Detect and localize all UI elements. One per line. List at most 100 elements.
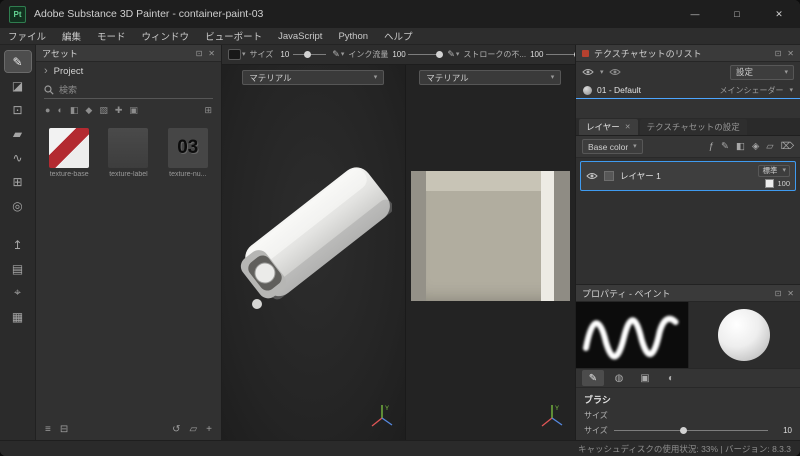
filter-brushes-icon[interactable]: ✚ — [115, 105, 123, 116]
panel-close-icon[interactable]: ✕ — [208, 49, 215, 58]
clone-tool-button[interactable]: ⊞ — [5, 171, 31, 192]
polygon-fill-tool-button[interactable]: ▰ — [5, 123, 31, 144]
menu-edit[interactable]: 編集 — [54, 29, 89, 43]
add-effect-icon[interactable]: ƒ — [709, 141, 714, 152]
stencil-tab-icon: ▣ — [640, 373, 649, 384]
detail-view-icon[interactable]: ⊟ — [60, 424, 68, 435]
projection-tool-button[interactable]: ⊡ — [5, 99, 31, 120]
chevron-down-icon: ▾ — [551, 74, 555, 81]
flow-pen-selector[interactable]: ✎▾ — [332, 49, 344, 60]
axis-gizmo-2d[interactable]: Y — [537, 402, 567, 432]
brush-toolbar: ▾ サイズ 10 ✎▾ インク流量 100 ✎▾ ストロークの不... 100 … — [222, 45, 575, 65]
eraser-tool-button[interactable]: ◪ — [5, 75, 31, 96]
filter-all-icon[interactable]: ● — [45, 105, 50, 115]
material-picker-tool-button[interactable]: ◎ — [5, 195, 31, 216]
asset-texture-number[interactable]: 03 texture-nu... — [161, 128, 215, 178]
grid-view-icon[interactable]: ⊞ — [204, 105, 212, 116]
layer-row-selected[interactable]: レイヤー 1 標準 ▾ 100 — [580, 161, 796, 191]
add-asset-button[interactable]: + — [206, 424, 212, 435]
view-mode-dropdown-2d[interactable]: マテリアル ▾ — [419, 70, 561, 85]
close-button[interactable]: ✕ — [758, 0, 800, 28]
filter-materials-icon[interactable]: ◐ — [57, 105, 62, 115]
size-slider[interactable] — [293, 50, 326, 59]
panel-float-icon[interactable]: ⊡ — [196, 49, 203, 58]
display-settings-button[interactable]: ▤ — [5, 258, 31, 279]
layer-visibility-eye-icon[interactable] — [586, 172, 598, 180]
asset-label: texture-base — [50, 171, 89, 178]
asset-filter-row: ● ◐ ◧ ◆ ▧ ✚ ▣ ⊞ — [36, 99, 221, 121]
alpha-tab-icon: ◍ — [615, 373, 624, 384]
tab-layers[interactable]: レイヤー ✕ — [579, 119, 638, 135]
layer-opacity-value[interactable]: 100 — [777, 179, 790, 188]
chevron-down-icon: ▾ — [633, 143, 637, 150]
tab-close-icon[interactable]: ✕ — [625, 123, 631, 131]
maximize-button[interactable]: □ — [716, 0, 758, 28]
tab-material[interactable]: ◐ — [660, 370, 682, 386]
eye-icon[interactable] — [582, 68, 594, 76]
project-group-row[interactable]: › Project — [36, 62, 221, 81]
folder-icon[interactable]: ▱ — [189, 424, 197, 435]
brush-previews — [576, 302, 800, 368]
texture-number-thumbnail: 03 — [168, 128, 208, 168]
texture-set-settings-dropdown[interactable]: 設定 ▾ — [730, 65, 794, 80]
list-view-icon[interactable]: ≡ — [45, 424, 51, 435]
add-fill-layer-icon[interactable]: ◧ — [736, 141, 745, 152]
add-paint-layer-icon[interactable]: ✎ — [721, 141, 729, 152]
menu-python[interactable]: Python — [330, 31, 376, 42]
assets-panel-title: アセット — [42, 47, 196, 60]
filter-smart-materials-icon[interactable]: ◧ — [70, 105, 79, 116]
assets-bottom-bar: ≡ ⊟ ↺ ▱ + — [36, 418, 221, 440]
smudge-tool-button[interactable]: ∿ — [5, 147, 31, 168]
asset-texture-base[interactable]: texture-base — [42, 128, 96, 178]
panel-close-icon[interactable]: ✕ — [787, 49, 794, 58]
menu-file[interactable]: ファイル — [0, 29, 54, 43]
tab-stencil[interactable]: ▣ — [634, 370, 656, 386]
viewport-area: ▾ サイズ 10 ✎▾ インク流量 100 ✎▾ ストロークの不... 100 … — [222, 45, 575, 440]
refresh-icon[interactable]: ↺ — [172, 424, 180, 435]
texture-set-row[interactable]: 01 - Default メインシェーダー ▾ — [576, 82, 800, 99]
window-title: Adobe Substance 3D Painter - container-p… — [34, 8, 674, 20]
panel-float-icon[interactable]: ⊡ — [775, 49, 782, 58]
eye-secondary-icon[interactable] — [609, 68, 621, 76]
search-input[interactable] — [59, 85, 213, 95]
filter-smart-masks-icon[interactable]: ◆ — [85, 105, 92, 116]
panel-close-icon[interactable]: ✕ — [787, 289, 794, 298]
asset-label: texture-label — [109, 171, 148, 178]
viewport-2d[interactable]: マテリアル ▾ Y — [406, 65, 575, 440]
minimize-button[interactable]: — — [674, 0, 716, 28]
camera-settings-button[interactable]: ⌖ — [5, 282, 31, 303]
menu-help[interactable]: ヘルプ — [376, 29, 421, 43]
paint-tool-button[interactable]: ✎ — [5, 51, 31, 72]
tool-strip: ✎ ◪ ⊡ ▰ ∿ ⊞ ◎ ↥ ▤ ⌖ ▦ — [0, 45, 36, 440]
tab-alpha[interactable]: ◍ — [608, 370, 630, 386]
menu-viewport[interactable]: ビューポート — [197, 29, 270, 43]
filter-textures-icon[interactable]: ▧ — [99, 105, 108, 116]
channel-dropdown[interactable]: Base color ▾ — [582, 139, 643, 154]
asset-texture-label[interactable]: texture-label — [101, 128, 155, 178]
tab-brush[interactable]: ✎ — [582, 370, 604, 386]
axis-gizmo-3d[interactable]: Y — [367, 402, 397, 432]
menu-window[interactable]: ウィンドウ — [134, 29, 198, 43]
filter-alphas-icon[interactable]: ▣ — [129, 105, 138, 116]
shelf-button[interactable]: ▦ — [5, 306, 31, 327]
menu-javascript[interactable]: JavaScript — [270, 31, 330, 42]
texture-set-list-icon — [582, 50, 589, 57]
add-smart-material-icon[interactable]: ◈ — [752, 141, 759, 152]
blend-mode-dropdown[interactable]: 標準 ▾ — [758, 165, 790, 177]
delete-layer-icon[interactable]: ⌦ — [781, 141, 794, 152]
export-button[interactable]: ↥ — [5, 234, 31, 255]
tab-texture-set-settings[interactable]: テクスチャセットの設定 — [640, 119, 747, 135]
view-mode-dropdown-3d[interactable]: マテリアル ▾ — [242, 70, 384, 85]
opacity-pen-selector[interactable]: ✎▾ — [447, 49, 459, 60]
panel-float-icon[interactable]: ⊡ — [775, 289, 782, 298]
stroke-opacity-slider[interactable] — [546, 50, 575, 59]
menu-mode[interactable]: モード — [89, 29, 134, 43]
flow-slider[interactable] — [408, 50, 441, 59]
uv-region-highlight — [541, 171, 554, 301]
size-value: 10 — [277, 50, 289, 59]
viewport-3d[interactable]: マテリアル ▾ — [222, 65, 406, 440]
brush-size-value[interactable]: 10 — [774, 426, 792, 435]
add-group-icon[interactable]: ▱ — [766, 141, 773, 152]
brush-size-slider[interactable] — [614, 426, 768, 435]
brush-preset-selector[interactable]: ▾ — [228, 49, 246, 60]
